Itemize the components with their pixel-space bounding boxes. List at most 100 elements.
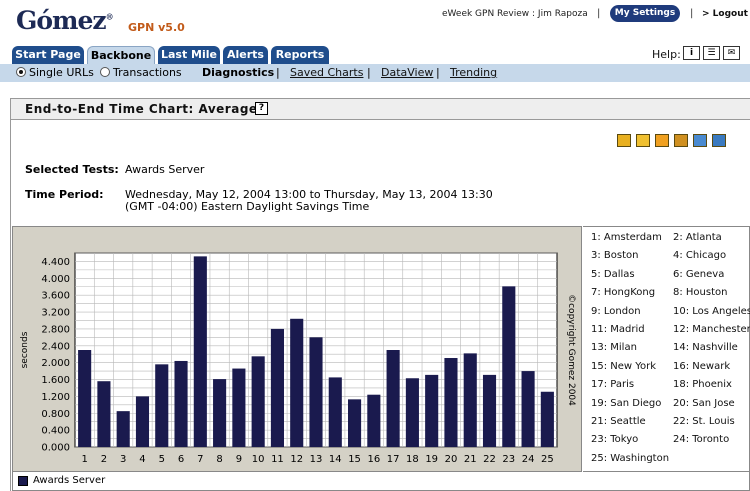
- x-tick-label: 6: [178, 454, 184, 465]
- x-tick-label: 4: [139, 454, 145, 465]
- x-tick-label: 1: [81, 454, 87, 465]
- y-tick-label: 3.200: [41, 308, 70, 319]
- x-tick-label: 23: [502, 454, 515, 465]
- bar: [463, 353, 477, 447]
- list-icon[interactable]: ☰: [703, 46, 720, 60]
- email-icon[interactable]: [712, 134, 726, 147]
- user-info: eWeek GPN Review : Jim Rapoza: [442, 9, 588, 19]
- location-legend: 1: Amsterdam 2: Atlanta 3: Boston 4: Chicag…: [583, 226, 750, 472]
- divider: |: [690, 8, 694, 19]
- trending-link[interactable]: Trending: [450, 66, 497, 79]
- bar: [193, 256, 207, 447]
- y-tick-label: 2.800: [41, 324, 70, 335]
- x-tick-label: 20: [445, 454, 458, 465]
- dataview-link[interactable]: DataView: [381, 66, 433, 79]
- excel-icon[interactable]: [617, 134, 631, 147]
- y-tick-label: 2.400: [41, 341, 70, 352]
- bar: [251, 356, 265, 447]
- x-tick-label: 24: [522, 454, 535, 465]
- chart-container: 0.000 0.400 0.800 1.200 1.600 2.000 2.400 2.800…: [12, 226, 582, 472]
- selected-tests-value: Awards Server: [125, 163, 205, 176]
- tab-reports[interactable]: Reports: [271, 46, 329, 64]
- saved-charts-link[interactable]: Saved Charts: [290, 66, 363, 79]
- location-item: 4: Chicago: [673, 250, 727, 262]
- x-tick-label: 18: [406, 454, 419, 465]
- divider: |: [367, 66, 371, 79]
- location-item: 12: Manchester: [673, 324, 750, 335]
- y-tick-label: 4.400: [41, 257, 70, 268]
- location-item: 2: Atlanta: [673, 232, 722, 243]
- bar: [309, 337, 323, 447]
- location-item: 18: Phoenix: [673, 379, 732, 391]
- bar: [290, 318, 304, 447]
- location-item: 10: Los Angeles: [673, 305, 750, 317]
- x-tick-label: 9: [236, 454, 242, 465]
- bar: [348, 399, 362, 447]
- location-item: 8: Houston: [673, 287, 728, 299]
- tab-backbone[interactable]: Backbone: [87, 46, 155, 64]
- x-tick-label: 11: [271, 454, 284, 465]
- x-tick-label: 12: [290, 454, 303, 465]
- gomez-logo[interactable]: Gómez®: [16, 6, 114, 35]
- my-settings-button[interactable]: My Settings: [610, 5, 680, 22]
- location-item: 22: St. Louis: [673, 416, 735, 427]
- bar-chart: 0.000 0.400 0.800 1.200 1.600 2.000 2.400 2.800…: [20, 252, 576, 465]
- tab-start-page[interactable]: Start Page: [12, 46, 84, 64]
- bar: [540, 391, 554, 447]
- location-item: 3: Boston: [591, 250, 639, 262]
- bar: [425, 374, 439, 447]
- info-icon[interactable]: i: [683, 46, 700, 60]
- y-tick-label: 3.600: [41, 291, 70, 302]
- tab-alerts[interactable]: Alerts: [223, 46, 268, 64]
- help-label: Help:: [652, 48, 681, 61]
- help-question-icon[interactable]: ?: [255, 102, 268, 115]
- bar: [97, 381, 111, 447]
- single-urls-label[interactable]: Single URLs: [29, 66, 94, 79]
- bar: [405, 378, 419, 447]
- y-tick-label: 2.000: [41, 358, 70, 369]
- series-swatch: [18, 476, 28, 486]
- bar: [502, 286, 516, 447]
- transactions-radio[interactable]: [100, 67, 110, 77]
- x-tick-label: 13: [310, 454, 323, 465]
- copyright-label: ©copyright Gomez 2004: [566, 294, 576, 406]
- mail-icon[interactable]: ✉: [723, 46, 740, 60]
- bar: [328, 377, 342, 447]
- x-tick-label: 8: [216, 454, 222, 465]
- y-tick-label: 1.200: [41, 392, 70, 403]
- time-period-label: Time Period:: [25, 188, 104, 201]
- y-tick-label: 0.400: [41, 426, 70, 437]
- bar: [367, 394, 381, 447]
- x-tick-label: 10: [252, 454, 265, 465]
- location-item: 15: New York: [591, 360, 657, 372]
- bar: [270, 328, 284, 447]
- location-item: 6: Geneva: [673, 268, 725, 280]
- x-tick-label: 15: [348, 454, 361, 465]
- location-item: 19: San Diego: [591, 397, 662, 409]
- product-version: GPN v5.0: [128, 21, 185, 34]
- x-tick-label: 7: [197, 454, 203, 465]
- location-item: 7: HongKong: [591, 287, 656, 299]
- single-urls-radio[interactable]: [16, 67, 26, 77]
- bar: [521, 371, 535, 447]
- x-tick-label: 25: [541, 454, 554, 465]
- location-item: 16: Newark: [673, 360, 731, 372]
- print-icon[interactable]: [674, 134, 688, 147]
- save-folder-icon[interactable]: [693, 134, 707, 147]
- transactions-label[interactable]: Transactions: [113, 66, 182, 79]
- logout-link[interactable]: > Logout: [702, 9, 748, 19]
- bar: [155, 364, 169, 447]
- location-item: 20: San Jose: [673, 397, 735, 409]
- y-tick-label: 4.000: [41, 274, 70, 285]
- folder-icon[interactable]: [636, 134, 650, 147]
- download-icon[interactable]: [655, 134, 669, 147]
- location-item: 5: Dallas: [591, 268, 635, 280]
- location-item: 11: Madrid: [591, 324, 645, 335]
- divider: |: [436, 66, 440, 79]
- tab-last-mile[interactable]: Last Mile: [158, 46, 220, 64]
- divider: |: [597, 8, 601, 19]
- sub-navigation: Single URLs Transactions Diagnostics | S…: [0, 64, 750, 82]
- bar: [213, 379, 227, 447]
- x-tick-label: 22: [483, 454, 496, 465]
- x-tick-label: 2: [101, 454, 107, 465]
